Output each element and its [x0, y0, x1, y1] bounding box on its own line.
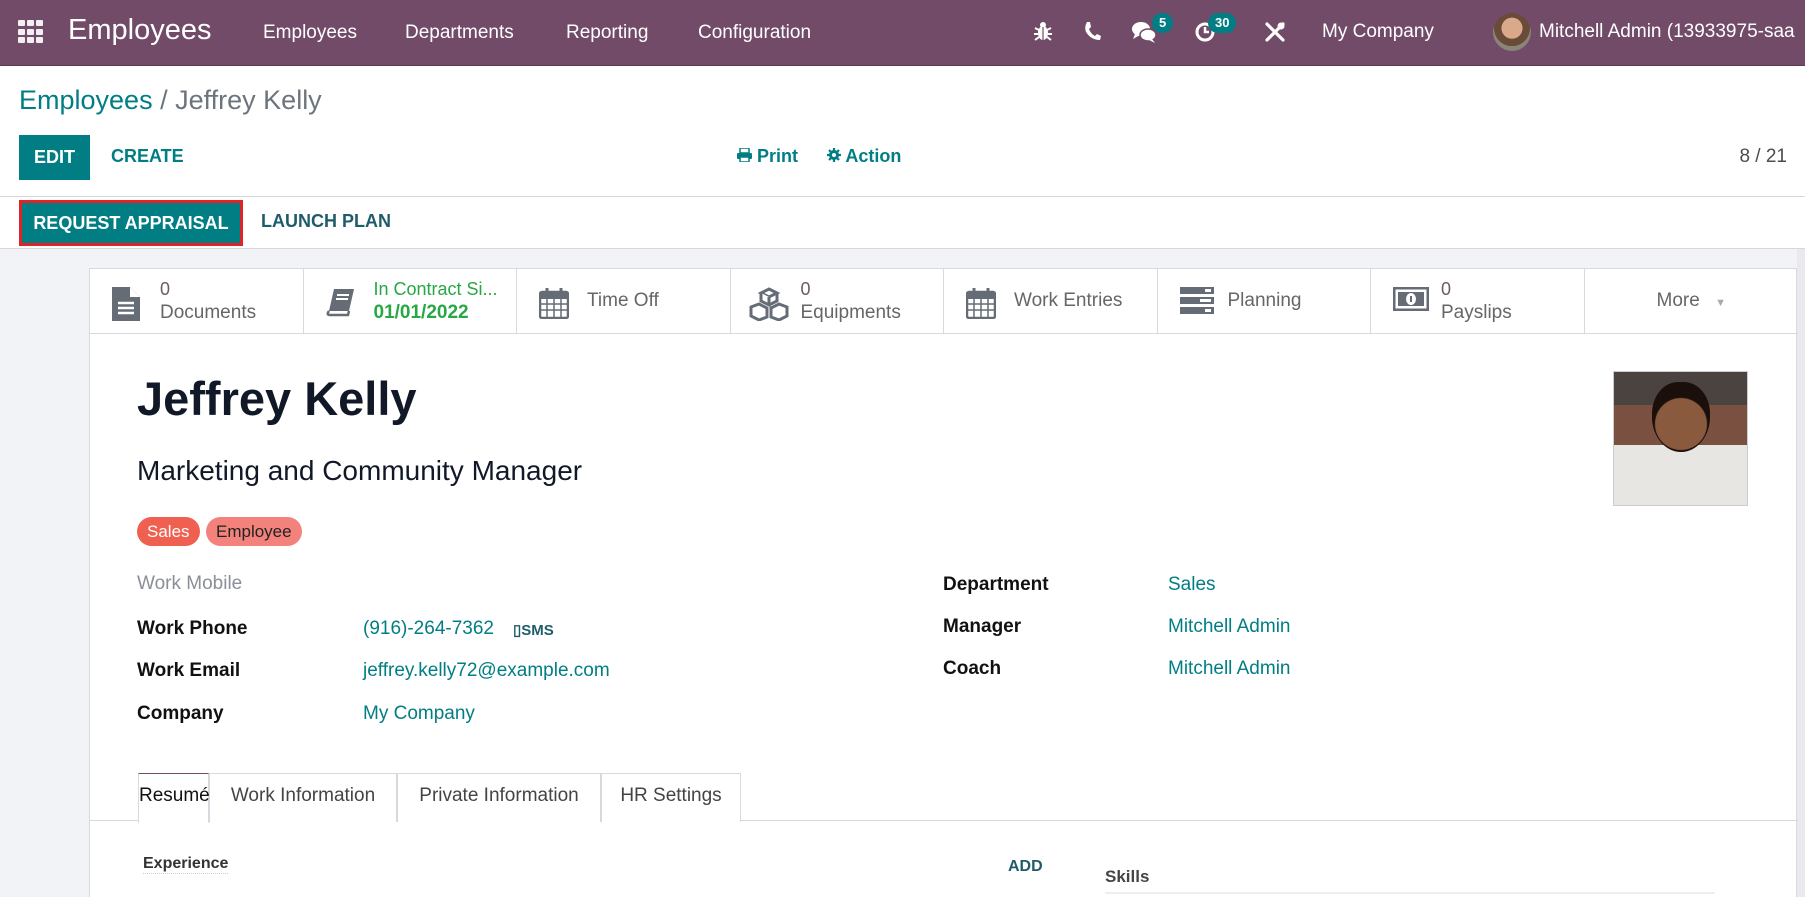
documents-count: 0 [160, 279, 171, 299]
company-label: Company [137, 703, 224, 724]
planning-smart-button[interactable]: Planning [1158, 269, 1371, 334]
work-phone-label: Work Phone [137, 618, 248, 639]
more-label: More [1656, 290, 1700, 311]
cubes-icon [749, 287, 788, 322]
document-icon [112, 287, 142, 321]
tag-sales[interactable]: Sales [137, 517, 200, 546]
company-switcher[interactable]: My Company [1322, 21, 1434, 43]
time-off-smart-button[interactable]: Time Off [517, 269, 731, 334]
manager-label: Manager [943, 616, 1022, 637]
app-title[interactable]: Employees [68, 14, 211, 47]
equipments-smart-button[interactable]: 0 Equipments [731, 269, 944, 334]
messages-count-badge: 5 [1152, 13, 1174, 33]
smart-buttons: 0 Documents In Contract Si... 01/01/2022… [90, 269, 1798, 334]
tab-private-information[interactable]: Private Information [397, 773, 601, 822]
payslips-count: 0 [1441, 279, 1452, 299]
activities-count-badge: 30 [1208, 13, 1237, 33]
print-icon [737, 146, 752, 166]
work-phone-value[interactable]: (916)-264-7362 [363, 618, 494, 640]
coach-value[interactable]: Mitchell Admin [1168, 658, 1291, 680]
company-value[interactable]: My Company [363, 703, 475, 725]
menu-configuration[interactable]: Configuration [698, 22, 811, 44]
menu-employees[interactable]: Employees [263, 22, 357, 44]
print-label: Print [757, 146, 799, 166]
contract-smart-button[interactable]: In Contract Si... 01/01/2022 [304, 269, 517, 334]
apps-grid-icon[interactable] [18, 20, 44, 44]
tab-resume[interactable]: Resumé [138, 773, 210, 823]
planning-label: Planning [1227, 290, 1302, 311]
work-entries-smart-button[interactable]: Work Entries [944, 269, 1158, 334]
phone-icon[interactable] [1083, 21, 1101, 47]
launch-plan-button[interactable]: LAUNCH PLAN [261, 211, 391, 232]
time-off-label: Time Off [587, 290, 659, 311]
user-avatar[interactable] [1493, 13, 1531, 51]
department-value[interactable]: Sales [1168, 574, 1216, 596]
edit-button[interactable]: EDIT [19, 135, 90, 180]
skills-divider [1105, 892, 1715, 894]
work-email-label: Work Email [137, 660, 241, 681]
create-button[interactable]: CREATE [111, 146, 184, 167]
tab-work-information[interactable]: Work Information [209, 773, 397, 822]
documents-smart-button[interactable]: 0 Documents [90, 269, 304, 334]
employee-photo[interactable] [1613, 371, 1748, 506]
tasks-icon [1179, 287, 1214, 317]
book-icon [325, 287, 356, 317]
form-statusbar: REQUEST APPRAISAL LAUNCH PLAN [0, 197, 1805, 249]
payslips-label: Payslips [1441, 302, 1512, 323]
top-navbar: Employees Employees Departments Reportin… [0, 0, 1805, 66]
manager-value[interactable]: Mitchell Admin [1168, 616, 1291, 638]
payslips-smart-button[interactable]: 0 Payslips [1371, 269, 1585, 334]
equipments-count: 0 [800, 279, 811, 299]
calendar-icon [538, 287, 570, 320]
tab-hr-settings[interactable]: HR Settings [601, 773, 741, 822]
contract-status: In Contract Si... [373, 279, 498, 299]
sms-button[interactable]: ▯SMS [513, 621, 554, 639]
breadcrumb: Employees / Jeffrey Kelly [19, 85, 322, 116]
action-label: Action [845, 146, 902, 166]
form-tabs: Resumé Work Information Private Informat… [90, 771, 1798, 823]
scrollbar[interactable] [1797, 249, 1805, 897]
bug-icon[interactable] [1033, 20, 1053, 48]
pager-value[interactable]: 8 / 21 [1739, 146, 1787, 168]
tools-icon[interactable] [1264, 21, 1286, 49]
user-menu[interactable]: Mitchell Admin (13933975-saa [1539, 21, 1795, 43]
breadcrumb-employees[interactable]: Employees [19, 85, 153, 115]
gear-icon [827, 146, 841, 166]
menu-departments[interactable]: Departments [405, 22, 514, 44]
work-entries-label: Work Entries [1014, 290, 1123, 311]
work-mobile-label: Work Mobile [137, 573, 243, 594]
employee-form-sheet: 0 Documents In Contract Si... 01/01/2022… [89, 268, 1798, 897]
work-email-value[interactable]: jeffrey.kelly72@example.com [363, 660, 610, 682]
job-title: Marketing and Community Manager [137, 455, 583, 486]
breadcrumb-separator: / [160, 85, 168, 115]
coach-label: Coach [943, 658, 1002, 679]
control-panel: Employees / Jeffrey Kelly EDIT CREATE Pr… [0, 67, 1805, 197]
caret-down-icon: ▼ [1715, 297, 1726, 309]
action-button[interactable]: Action [827, 146, 901, 167]
employee-name: Jeffrey Kelly [137, 372, 417, 425]
tag-employee[interactable]: Employee [206, 517, 302, 546]
calendar-icon [965, 287, 997, 320]
equipments-label: Equipments [800, 302, 901, 323]
money-icon [1392, 286, 1430, 317]
add-resume-line-button[interactable]: ADD [1008, 858, 1043, 876]
more-smart-button[interactable]: More ▼ [1585, 269, 1799, 334]
department-label: Department [943, 574, 1049, 595]
skills-heading: Skills [1105, 867, 1150, 886]
print-button[interactable]: Print [737, 146, 798, 167]
request-appraisal-button[interactable]: REQUEST APPRAISAL [19, 200, 243, 246]
documents-label: Documents [160, 302, 257, 323]
experience-heading: Experience [143, 855, 229, 874]
contract-date: 01/01/2022 [373, 302, 469, 323]
menu-reporting[interactable]: Reporting [566, 22, 648, 44]
breadcrumb-current: Jeffrey Kelly [175, 85, 322, 115]
